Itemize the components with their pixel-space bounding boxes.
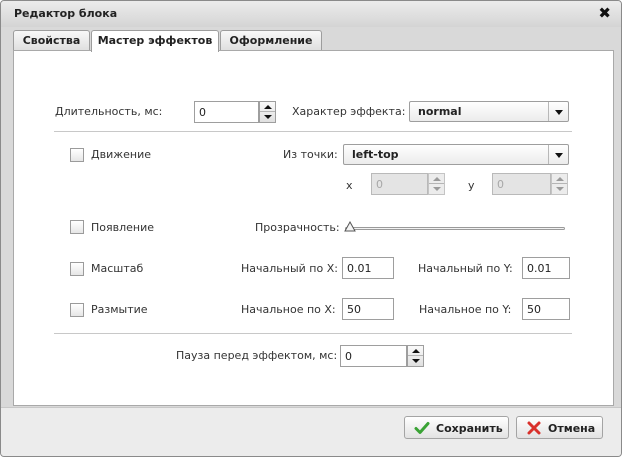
effect-character-value: normal: [418, 105, 462, 118]
blur-start-y-input[interactable]: [522, 298, 570, 320]
movement-label: Движение: [91, 148, 152, 161]
dialog-footer: Сохранить Отмена: [1, 407, 621, 456]
appearance-label: Появление: [91, 221, 155, 234]
opacity-label: Прозрачность:: [255, 221, 340, 234]
tab-content-panel: Длительность, мс: Характер эффекта: norm…: [13, 50, 614, 406]
cross-icon: [526, 420, 542, 436]
tab-properties[interactable]: Свойства: [13, 30, 90, 51]
pause-label: Пауза перед эффектом, мс:: [176, 349, 338, 362]
scale-start-y-label: Начальный по Y:: [418, 262, 513, 275]
pause-decrement-icon[interactable]: [408, 356, 423, 366]
blur-start-y-label: Начальное по Y:: [419, 303, 512, 316]
effect-character-select[interactable]: normal: [409, 101, 569, 122]
effect-character-label: Характер эффекта:: [292, 105, 406, 118]
blur-label: Размытие: [91, 303, 148, 316]
tab-effects-wizard[interactable]: Мастер эффектов: [91, 30, 219, 52]
cancel-button[interactable]: Отмена: [516, 416, 603, 439]
divider: [54, 333, 572, 334]
from-point-value: left-top: [352, 148, 399, 161]
y-stepper[interactable]: [551, 173, 568, 195]
scale-start-x-label: Начальный по X:: [241, 262, 338, 275]
duration-stepper[interactable]: [259, 101, 276, 123]
x-input[interactable]: [371, 173, 428, 195]
blur-start-x-label: Начальное по X:: [241, 303, 336, 316]
y-label: y: [468, 179, 475, 192]
pause-input[interactable]: [340, 345, 407, 367]
movement-checkbox[interactable]: [70, 148, 84, 162]
y-input[interactable]: [492, 173, 551, 195]
x-decrement-icon[interactable]: [429, 184, 444, 194]
scale-label: Масштаб: [91, 262, 144, 275]
duration-increment-icon[interactable]: [260, 102, 275, 112]
save-button-label: Сохранить: [436, 422, 503, 435]
pause-increment-icon[interactable]: [408, 346, 423, 356]
duration-label: Длительность, мс:: [55, 105, 163, 118]
block-editor-dialog: Редактор блока ✖ Свойства Мастер эффекто…: [0, 0, 622, 457]
divider: [54, 131, 572, 132]
chevron-down-icon: [548, 102, 568, 121]
duration-decrement-icon[interactable]: [260, 112, 275, 122]
y-decrement-icon[interactable]: [552, 184, 567, 194]
scale-start-y-input[interactable]: [522, 257, 570, 279]
scale-checkbox[interactable]: [70, 262, 84, 276]
close-icon[interactable]: ✖: [598, 4, 611, 22]
checkmark-icon: [414, 420, 430, 436]
chevron-down-icon: [548, 145, 568, 164]
tab-appearance[interactable]: Оформление: [220, 30, 322, 51]
from-point-label: Из точки:: [283, 148, 338, 161]
pause-stepper[interactable]: [407, 345, 424, 367]
scale-start-x-input[interactable]: [342, 257, 394, 279]
cancel-button-label: Отмена: [548, 422, 596, 435]
opacity-slider-track[interactable]: [345, 227, 565, 230]
x-label: x: [346, 179, 353, 192]
x-stepper[interactable]: [428, 173, 445, 195]
blur-start-x-input[interactable]: [342, 298, 394, 320]
from-point-select[interactable]: left-top: [343, 144, 569, 165]
blur-checkbox[interactable]: [70, 303, 84, 317]
dialog-title: Редактор блока: [14, 7, 118, 20]
appearance-checkbox[interactable]: [70, 220, 84, 234]
duration-input[interactable]: [194, 101, 259, 123]
save-button[interactable]: Сохранить: [404, 416, 509, 439]
dialog-titlebar: Редактор блока ✖: [1, 1, 621, 27]
x-increment-icon[interactable]: [429, 174, 444, 184]
y-increment-icon[interactable]: [552, 174, 567, 184]
